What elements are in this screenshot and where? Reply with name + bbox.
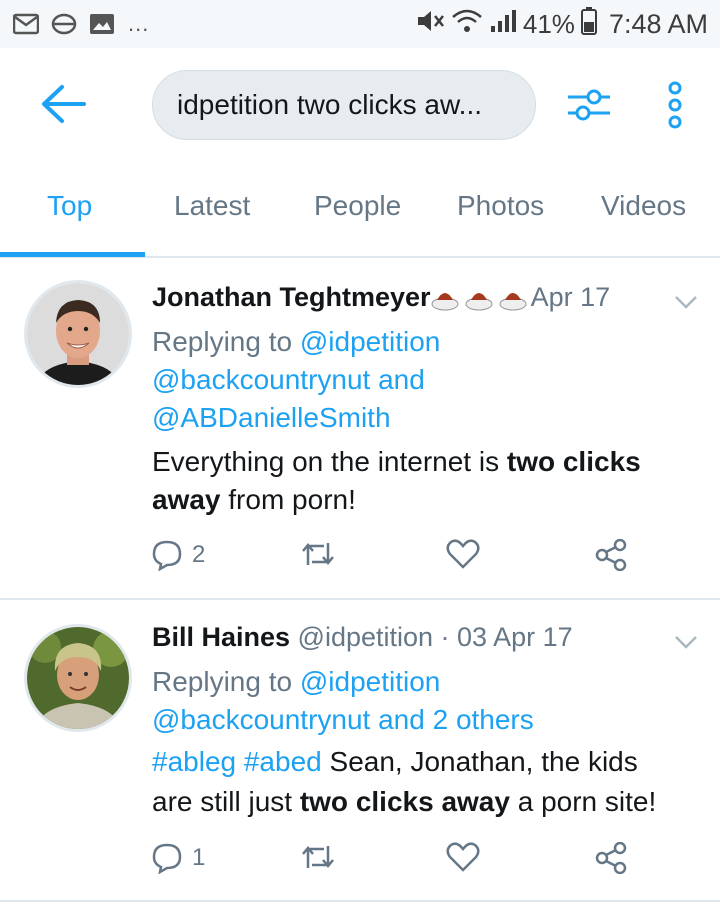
search-input[interactable]: idpetition two clicks aw... bbox=[152, 70, 536, 140]
retweet-button[interactable] bbox=[300, 539, 336, 569]
share-button[interactable] bbox=[594, 539, 628, 571]
tweet-text: away from porn! bbox=[152, 484, 356, 515]
emoji-cake-icon bbox=[431, 282, 531, 312]
vertical-dots-icon bbox=[668, 81, 682, 129]
tab-people[interactable]: People bbox=[314, 190, 401, 222]
tweet-actions: 1 bbox=[152, 842, 632, 882]
chevron-down-icon bbox=[675, 636, 697, 649]
hashtag-link[interactable]: #ableg #abed bbox=[152, 746, 322, 777]
signal-icon bbox=[489, 8, 517, 41]
tab-top[interactable]: Top bbox=[47, 190, 92, 222]
image-icon bbox=[88, 12, 116, 36]
tweet-menu-button[interactable] bbox=[672, 632, 700, 652]
search-header: idpetition two clicks aw... bbox=[0, 48, 720, 160]
reply-button[interactable]: 2 bbox=[152, 539, 205, 571]
search-tabs: Top Latest People Photos Videos bbox=[0, 160, 720, 258]
battery-icon bbox=[580, 6, 597, 42]
retweet-icon bbox=[302, 846, 334, 868]
share-button[interactable] bbox=[594, 842, 628, 874]
mention-link[interactable]: @idpetition bbox=[300, 326, 441, 357]
mention-link[interactable]: @backcountrynut and 2 others bbox=[152, 704, 534, 736]
system-status: 41% 7:48 AM bbox=[415, 6, 708, 42]
user-handle[interactable]: @idpetition bbox=[290, 622, 434, 652]
tweet[interactable]: Bill Haines @idpetition · 03 Apr 17 Repl… bbox=[0, 600, 720, 900]
heart-icon bbox=[446, 842, 480, 872]
reply-button[interactable]: 1 bbox=[152, 842, 205, 874]
status-bar: ... 41% 7:48 AM bbox=[0, 0, 720, 48]
battery-percent: 41% bbox=[522, 8, 575, 39]
like-button[interactable] bbox=[446, 842, 480, 872]
tweet-header: Jonathan Teghtmeyer Apr 17 bbox=[152, 282, 610, 313]
notification-icons: ... bbox=[12, 11, 149, 37]
wifi-icon bbox=[451, 8, 483, 41]
mention-link[interactable]: @ABDanielleSmith bbox=[152, 402, 391, 434]
tweet-actions: 2 bbox=[152, 539, 632, 579]
display-name[interactable]: Bill Haines bbox=[152, 622, 290, 652]
retweet-button[interactable] bbox=[300, 842, 336, 872]
heart-icon bbox=[446, 539, 480, 569]
tweet-text: are still just two clicks away a porn si… bbox=[152, 786, 657, 817]
reply-icon bbox=[152, 540, 182, 571]
tweet[interactable]: Jonathan Teghtmeyer Apr 17 Replying to @i… bbox=[0, 260, 720, 598]
mute-icon bbox=[415, 8, 445, 41]
retweet-icon bbox=[302, 543, 334, 565]
mention-link[interactable]: @idpetition bbox=[300, 666, 441, 697]
reply-count: 1 bbox=[192, 844, 206, 871]
back-button[interactable] bbox=[38, 82, 88, 126]
reply-context: Replying to @idpetition bbox=[152, 326, 441, 357]
more-notifications: ... bbox=[128, 11, 150, 36]
sync-icon bbox=[50, 12, 78, 36]
back-arrow-icon bbox=[42, 85, 86, 123]
display-name[interactable]: Jonathan Teghtmeyer bbox=[152, 282, 431, 312]
tweet-text: #ableg #abed Sean, Jonathan, the kids bbox=[152, 746, 638, 777]
active-tab-indicator bbox=[0, 252, 145, 257]
avatar[interactable] bbox=[24, 624, 132, 732]
tab-photos[interactable]: Photos bbox=[457, 190, 544, 222]
tweet-date[interactable]: · 03 Apr 17 bbox=[433, 622, 573, 652]
reply-count: 2 bbox=[192, 541, 206, 568]
like-button[interactable] bbox=[446, 539, 480, 569]
share-icon bbox=[595, 842, 627, 874]
mail-icon bbox=[12, 12, 40, 36]
avatar[interactable] bbox=[24, 280, 132, 388]
share-icon bbox=[595, 539, 627, 571]
reply-icon bbox=[152, 843, 182, 874]
mention-link[interactable]: @backcountrynut and bbox=[152, 364, 425, 396]
clock: 7:48 AM bbox=[608, 8, 708, 39]
tweet-header: Bill Haines @idpetition · 03 Apr 17 bbox=[152, 622, 573, 653]
sliders-icon bbox=[568, 89, 610, 121]
tweet-menu-button[interactable] bbox=[672, 292, 700, 312]
tweet-date[interactable]: Apr 17 bbox=[531, 282, 611, 312]
more-options-button[interactable] bbox=[660, 80, 690, 130]
divider bbox=[0, 900, 720, 902]
tab-latest[interactable]: Latest bbox=[174, 190, 250, 222]
tab-videos[interactable]: Videos bbox=[601, 190, 686, 222]
chevron-down-icon bbox=[675, 296, 697, 309]
reply-context: Replying to @idpetition bbox=[152, 666, 441, 697]
tweet-text: Everything on the internet is two clicks bbox=[152, 446, 641, 477]
search-filter-button[interactable] bbox=[566, 82, 612, 128]
